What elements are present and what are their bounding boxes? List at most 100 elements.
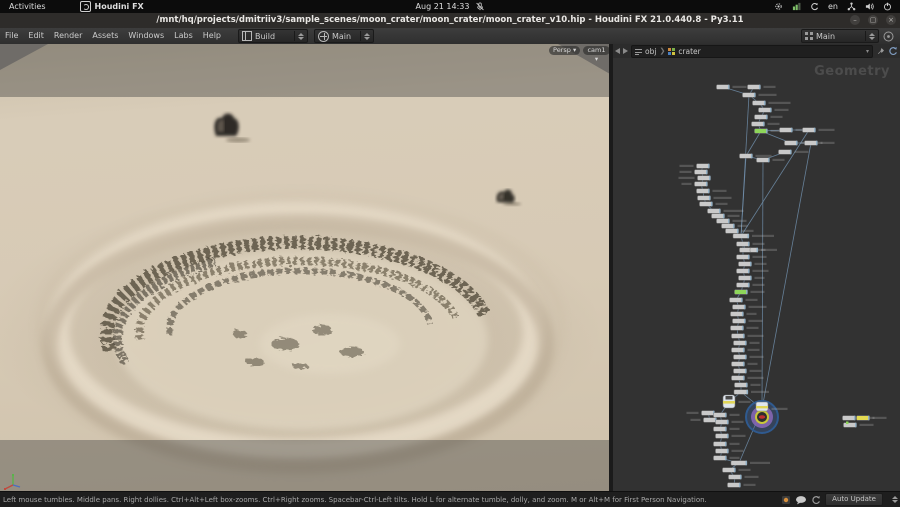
graph-node[interactable] (716, 434, 746, 439)
graph-node[interactable] (726, 229, 754, 234)
graph-node[interactable] (735, 383, 761, 388)
node-graph[interactable] (613, 44, 900, 491)
layout-selector[interactable]: Main (801, 29, 879, 43)
camera-selector[interactable]: cam1 ▾ (583, 46, 610, 55)
graph-node[interactable] (722, 224, 748, 229)
desktop-spinner[interactable] (294, 31, 304, 41)
clock[interactable]: Aug 21 14:33 (416, 2, 485, 11)
pin-icon[interactable] (876, 47, 885, 56)
graph-node[interactable] (737, 269, 769, 274)
graph-node[interactable] (753, 101, 791, 106)
graph-node[interactable] (730, 298, 758, 303)
menu-assets[interactable]: Assets (87, 28, 123, 44)
path-segment-crater[interactable]: crater (678, 47, 863, 56)
graph-node[interactable] (714, 442, 740, 447)
keyboard-layout-indicator[interactable]: en (828, 2, 838, 11)
graph-node[interactable] (714, 413, 740, 418)
graph-node[interactable] (679, 176, 711, 181)
close-button[interactable]: × (886, 15, 896, 25)
graph-node[interactable] (732, 376, 764, 381)
graph-node[interactable] (716, 449, 744, 454)
graph-node[interactable] (682, 182, 708, 187)
layout-spinner[interactable] (865, 31, 875, 41)
update-mode-spinner[interactable] (889, 495, 898, 505)
maximize-button[interactable]: ▢ (868, 15, 878, 25)
activities-button[interactable]: Activities (0, 0, 55, 13)
graph-node[interactable] (732, 334, 764, 339)
window-title-bar[interactable]: /mnt/hq/projects/dmitriiv3/sample_scenes… (0, 13, 900, 29)
network-back-icon[interactable] (615, 48, 620, 54)
graph-node[interactable] (734, 390, 769, 395)
graph-node[interactable] (731, 461, 770, 466)
graph-node[interactable] (712, 214, 740, 219)
path-dropdown-icon[interactable]: ▾ (866, 48, 869, 55)
graph-node[interactable] (687, 411, 715, 416)
graph-node[interactable] (739, 276, 765, 281)
graph-node[interactable] (759, 108, 789, 113)
menu-windows[interactable]: Windows (123, 28, 169, 44)
graph-node[interactable] (716, 420, 744, 425)
volume-icon[interactable] (865, 2, 874, 11)
network-status-icon[interactable] (792, 2, 801, 11)
update-mode-selector[interactable]: Auto Update (825, 493, 883, 506)
graph-node[interactable] (752, 122, 780, 127)
recook-icon[interactable] (888, 46, 898, 56)
graph-node[interactable] (698, 196, 732, 201)
graph-node[interactable] (734, 369, 762, 374)
graph-node[interactable] (723, 395, 751, 408)
graph-node[interactable] (733, 234, 774, 239)
graph-node[interactable] (735, 290, 765, 295)
graph-node[interactable] (746, 401, 788, 433)
graph-node[interactable] (729, 475, 759, 480)
graph-node[interactable] (691, 418, 717, 423)
graph-node[interactable] (731, 326, 759, 331)
sync-indicator-icon[interactable] (810, 2, 819, 11)
menu-edit[interactable]: Edit (23, 28, 49, 44)
power-icon[interactable] (883, 2, 892, 11)
menu-help[interactable]: Help (198, 28, 226, 44)
network-editor[interactable]: Geometry (613, 44, 900, 491)
share-tree-icon[interactable] (847, 2, 856, 11)
graph-node[interactable] (733, 305, 767, 310)
graph-node[interactable] (723, 468, 751, 473)
app-menu[interactable]: Houdini FX (71, 0, 153, 13)
graph-node[interactable] (708, 209, 744, 214)
graph-node[interactable] (714, 427, 740, 432)
graph-node[interactable] (750, 248, 777, 253)
graph-node[interactable] (748, 85, 776, 90)
graph-node[interactable] (803, 128, 835, 133)
interrupt-icon[interactable] (781, 495, 791, 505)
graph-node[interactable] (755, 129, 781, 134)
graph-node[interactable] (680, 164, 710, 169)
graph-node[interactable] (737, 283, 765, 288)
network-forward-icon[interactable] (623, 48, 628, 54)
graph-node[interactable] (734, 341, 760, 346)
radial-menu-icon[interactable] (883, 31, 894, 42)
graph-node[interactable] (737, 255, 767, 260)
network-path[interactable]: obj ❯ crater ▾ (631, 45, 873, 58)
menu-file[interactable]: File (0, 28, 23, 44)
graph-node[interactable] (700, 202, 728, 207)
graph-node[interactable] (734, 355, 764, 360)
graph-node[interactable] (732, 362, 758, 367)
graph-node[interactable] (737, 242, 765, 247)
graph-node[interactable] (755, 115, 783, 120)
graph-node[interactable] (732, 348, 760, 353)
settings-gear-icon[interactable] (774, 2, 783, 11)
menu-labs[interactable]: Labs (169, 28, 198, 44)
shelf-spinner[interactable] (360, 31, 370, 41)
message-log-icon[interactable] (795, 495, 807, 505)
graph-node[interactable] (731, 312, 757, 317)
graph-node[interactable] (757, 158, 785, 163)
graph-node[interactable] (733, 319, 763, 324)
refresh-icon[interactable] (811, 495, 821, 505)
view-type-selector[interactable]: Persp ▾ (549, 46, 580, 55)
graph-node[interactable] (717, 85, 747, 90)
graph-node[interactable] (697, 189, 727, 194)
scene-viewport[interactable]: Persp ▾ cam1 ▾ (0, 44, 610, 491)
graph-node[interactable] (714, 456, 740, 461)
graph-node[interactable] (680, 170, 708, 175)
desktop-selector[interactable]: Build (238, 29, 308, 43)
menu-render[interactable]: Render (49, 28, 87, 44)
graph-node[interactable] (743, 93, 777, 98)
